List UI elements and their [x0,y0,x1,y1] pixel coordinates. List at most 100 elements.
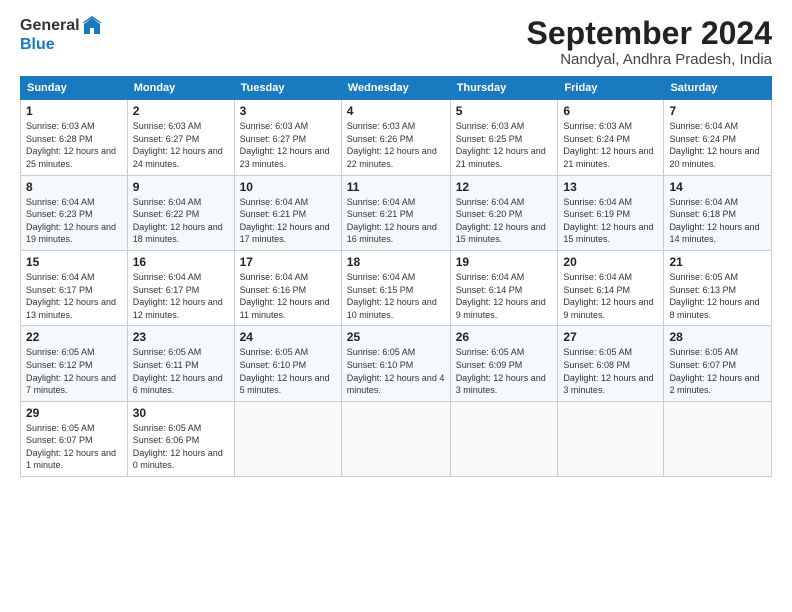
day-number: 22 [26,330,122,344]
col-sunday: Sunday [21,77,128,100]
day-number: 9 [133,180,229,194]
day-detail: Sunrise: 6:04 AMSunset: 6:19 PMDaylight:… [563,197,653,245]
day-number: 23 [133,330,229,344]
title-section: September 2024 Nandyal, Andhra Pradesh, … [527,16,772,68]
day-detail: Sunrise: 6:04 AMSunset: 6:21 PMDaylight:… [240,197,330,245]
page-header: General Blue September 2024 Nandyal, And… [20,16,772,68]
day-number: 29 [26,406,122,420]
day-detail: Sunrise: 6:04 AMSunset: 6:24 PMDaylight:… [669,121,759,169]
day-detail: Sunrise: 6:05 AMSunset: 6:08 PMDaylight:… [563,347,653,395]
col-saturday: Saturday [664,77,772,100]
day-detail: Sunrise: 6:04 AMSunset: 6:14 PMDaylight:… [456,272,546,320]
calendar-day-15: 15 Sunrise: 6:04 AMSunset: 6:17 PMDayligh… [21,250,128,325]
day-detail: Sunrise: 6:04 AMSunset: 6:18 PMDaylight:… [669,197,759,245]
calendar-empty-cell [558,401,664,476]
day-number: 6 [563,104,658,118]
day-number: 26 [456,330,553,344]
calendar-day-10: 10 Sunrise: 6:04 AMSunset: 6:21 PMDayligh… [234,175,341,250]
day-detail: Sunrise: 6:03 AMSunset: 6:26 PMDaylight:… [347,121,437,169]
calendar-day-19: 19Sunrise: 6:04 AMSunset: 6:14 PMDayligh… [450,250,558,325]
calendar-empty-cell [234,401,341,476]
logo-icon [82,16,102,36]
month-title: September 2024 [527,16,772,51]
day-detail: Sunrise: 6:03 AMSunset: 6:27 PMDaylight:… [133,121,223,169]
day-detail: Sunrise: 6:04 AMSunset: 6:14 PMDaylight:… [563,272,653,320]
calendar-day-24: 24 Sunrise: 6:05 AMSunset: 6:10 PMDayligh… [234,326,341,401]
calendar-empty-cell [450,401,558,476]
day-detail: Sunrise: 6:05 AMSunset: 6:11 PMDaylight:… [133,347,223,395]
calendar-day-7: 7 Sunrise: 6:04 AMSunset: 6:24 PMDaylight… [664,100,772,175]
calendar-day-11: 11Sunrise: 6:04 AMSunset: 6:21 PMDayligh… [341,175,450,250]
logo-general-text: General [20,17,80,35]
day-number: 11 [347,180,445,194]
calendar-empty-cell [664,401,772,476]
col-monday: Monday [127,77,234,100]
day-number: 4 [347,104,445,118]
day-detail: Sunrise: 6:05 AMSunset: 6:10 PMDaylight:… [240,347,330,395]
day-detail: Sunrise: 6:05 AMSunset: 6:07 PMDaylight:… [669,347,759,395]
day-number: 8 [26,180,122,194]
day-detail: Sunrise: 6:04 AMSunset: 6:22 PMDaylight:… [133,197,223,245]
day-detail: Sunrise: 6:05 AMSunset: 6:06 PMDaylight:… [133,423,223,471]
day-number: 7 [669,104,766,118]
day-number: 14 [669,180,766,194]
calendar-day-13: 13Sunrise: 6:04 AMSunset: 6:19 PMDayligh… [558,175,664,250]
logo-blue-text: Blue [20,36,55,54]
calendar-day-20: 20 Sunrise: 6:04 AMSunset: 6:14 PMDayligh… [558,250,664,325]
day-detail: Sunrise: 6:03 AMSunset: 6:27 PMDaylight:… [240,121,330,169]
calendar-day-2: 2Sunrise: 6:03 AMSunset: 6:27 PMDaylight… [127,100,234,175]
calendar-day-14: 14 Sunrise: 6:04 AMSunset: 6:18 PMDayligh… [664,175,772,250]
calendar-table: Sunday Monday Tuesday Wednesday Thursday… [20,76,772,477]
calendar-day-9: 9 Sunrise: 6:04 AMSunset: 6:22 PMDaylight… [127,175,234,250]
calendar-week-row-5: 29 Sunrise: 6:05 AMSunset: 6:07 PMDayligh… [21,401,772,476]
day-detail: Sunrise: 6:04 AMSunset: 6:17 PMDaylight:… [26,272,116,320]
day-number: 18 [347,255,445,269]
day-detail: Sunrise: 6:05 AMSunset: 6:13 PMDaylight:… [669,272,759,320]
logo: General Blue [20,16,102,54]
day-detail: Sunrise: 6:05 AMSunset: 6:07 PMDaylight:… [26,423,116,471]
day-number: 12 [456,180,553,194]
calendar-day-27: 27Sunrise: 6:05 AMSunset: 6:08 PMDayligh… [558,326,664,401]
day-number: 1 [26,104,122,118]
col-friday: Friday [558,77,664,100]
day-number: 24 [240,330,336,344]
day-detail: Sunrise: 6:05 AMSunset: 6:10 PMDaylight:… [347,347,445,395]
calendar-day-5: 5 Sunrise: 6:03 AMSunset: 6:25 PMDaylight… [450,100,558,175]
col-tuesday: Tuesday [234,77,341,100]
day-number: 30 [133,406,229,420]
calendar-day-21: 21Sunrise: 6:05 AMSunset: 6:13 PMDayligh… [664,250,772,325]
calendar-day-29: 29 Sunrise: 6:05 AMSunset: 6:07 PMDayligh… [21,401,128,476]
calendar-day-26: 26Sunrise: 6:05 AMSunset: 6:09 PMDayligh… [450,326,558,401]
day-detail: Sunrise: 6:03 AMSunset: 6:24 PMDaylight:… [563,121,653,169]
calendar-day-22: 22Sunrise: 6:05 AMSunset: 6:12 PMDayligh… [21,326,128,401]
day-number: 16 [133,255,229,269]
calendar-day-23: 23 Sunrise: 6:05 AMSunset: 6:11 PMDayligh… [127,326,234,401]
calendar-empty-cell [341,401,450,476]
calendar-day-17: 17 Sunrise: 6:04 AMSunset: 6:16 PMDayligh… [234,250,341,325]
calendar-day-1: 1 Sunrise: 6:03 AMSunset: 6:28 PMDaylight… [21,100,128,175]
day-detail: Sunrise: 6:04 AMSunset: 6:20 PMDaylight:… [456,197,546,245]
calendar-day-3: 3Sunrise: 6:03 AMSunset: 6:27 PMDaylight… [234,100,341,175]
day-detail: Sunrise: 6:03 AMSunset: 6:25 PMDaylight:… [456,121,546,169]
day-number: 20 [563,255,658,269]
calendar-day-4: 4 Sunrise: 6:03 AMSunset: 6:26 PMDaylight… [341,100,450,175]
day-detail: Sunrise: 6:04 AMSunset: 6:15 PMDaylight:… [347,272,437,320]
calendar-day-12: 12 Sunrise: 6:04 AMSunset: 6:20 PMDayligh… [450,175,558,250]
calendar-header-row: Sunday Monday Tuesday Wednesday Thursday… [21,77,772,100]
calendar-week-row-4: 22Sunrise: 6:05 AMSunset: 6:12 PMDayligh… [21,326,772,401]
calendar-day-28: 28 Sunrise: 6:05 AMSunset: 6:07 PMDayligh… [664,326,772,401]
col-wednesday: Wednesday [341,77,450,100]
calendar-week-row-1: 1 Sunrise: 6:03 AMSunset: 6:28 PMDaylight… [21,100,772,175]
day-number: 15 [26,255,122,269]
day-number: 28 [669,330,766,344]
day-detail: Sunrise: 6:03 AMSunset: 6:28 PMDaylight:… [26,121,116,169]
day-number: 17 [240,255,336,269]
calendar-day-30: 30 Sunrise: 6:05 AMSunset: 6:06 PMDayligh… [127,401,234,476]
calendar-day-16: 16Sunrise: 6:04 AMSunset: 6:17 PMDayligh… [127,250,234,325]
day-number: 5 [456,104,553,118]
location-subtitle: Nandyal, Andhra Pradesh, India [527,51,772,68]
day-detail: Sunrise: 6:04 AMSunset: 6:16 PMDaylight:… [240,272,330,320]
calendar-week-row-2: 8Sunrise: 6:04 AMSunset: 6:23 PMDaylight… [21,175,772,250]
day-number: 10 [240,180,336,194]
day-number: 25 [347,330,445,344]
